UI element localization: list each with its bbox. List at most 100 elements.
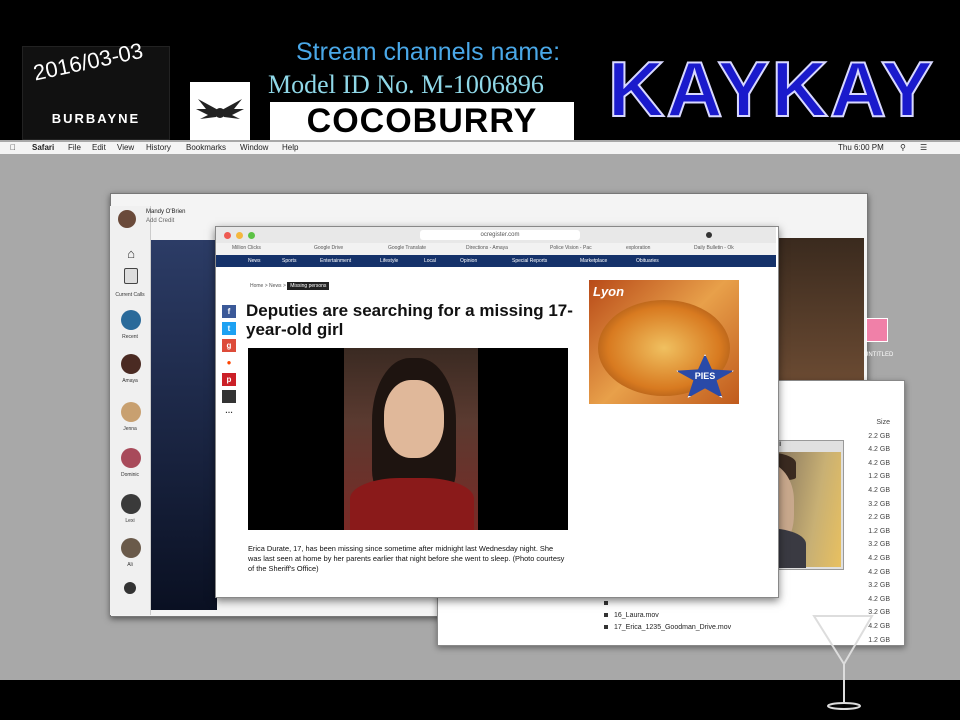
favorite-link[interactable]: Google Translate (388, 245, 426, 251)
user-status: Add Credit (146, 218, 175, 224)
mac-menu-bar:  Safari File Edit View History Bookmark… (0, 142, 960, 154)
pinterest-share-icon[interactable]: p (222, 373, 236, 386)
menu-item-history[interactable]: History (146, 143, 171, 152)
apple-icon[interactable]:  (10, 143, 16, 152)
zoom-button[interactable] (248, 232, 255, 239)
bullet-icon (604, 613, 608, 618)
size-header[interactable]: Size (850, 416, 890, 430)
menu-item-bookmarks[interactable]: Bookmarks (186, 143, 226, 152)
contact-avatar[interactable] (121, 494, 141, 514)
untitled-file-icon[interactable] (866, 318, 888, 342)
size-cell: 4.2 GB (868, 595, 890, 603)
nav-link[interactable]: Marketplace (580, 258, 607, 264)
ad-title: Lyon (593, 284, 625, 299)
contact-avatar[interactable] (121, 448, 141, 468)
size-cell: 1.2 GB (868, 473, 890, 481)
recent-label[interactable]: Recent (110, 334, 150, 340)
contact-avatar[interactable] (121, 354, 141, 374)
menubar-clock[interactable]: Thu 6:00 PM (838, 143, 884, 152)
contact-label[interactable]: Amaya (110, 378, 150, 384)
contact-avatar[interactable] (121, 402, 141, 422)
download-icon[interactable] (706, 232, 712, 238)
spotlight-icon[interactable]: ⚲ (900, 143, 906, 152)
menu-list-icon[interactable]: ☰ (920, 143, 927, 152)
size-cell: 4.2 GB (868, 459, 890, 467)
breadcrumb-item[interactable]: News (269, 283, 282, 289)
nav-link[interactable]: Special Reports (512, 258, 547, 264)
file-row[interactable] (604, 598, 731, 610)
favorites-bar: Million Clicks Google Drive Google Trans… (216, 243, 776, 255)
chat-sidebar: ⌂ Current Calls Recent Amaya Jenna Domin… (110, 206, 151, 615)
twitter-share-icon[interactable]: t (222, 322, 236, 335)
breadcrumb-item[interactable]: Home (250, 283, 263, 289)
contact-avatar[interactable] (121, 538, 141, 558)
subject-face (384, 380, 444, 458)
model-id-text: Model ID No. M-1006896 (268, 70, 544, 99)
menu-item-help[interactable]: Help (282, 143, 298, 152)
size-cell: 4.2 GB (868, 568, 890, 576)
date-text: 2016/03-03 (31, 37, 146, 86)
wings-logo-icon (190, 82, 250, 140)
home-icon[interactable]: ⌂ (121, 246, 141, 266)
comment-icon[interactable] (222, 390, 236, 403)
nav-link[interactable]: Lifestyle (380, 258, 398, 264)
nav-link[interactable]: Local (424, 258, 436, 264)
contact-label[interactable]: Jenna (110, 426, 150, 432)
nav-link[interactable]: Opinion (460, 258, 477, 264)
favorite-link[interactable]: Google Drive (314, 245, 343, 251)
untitled-file-label[interactable]: UNTITLED (864, 352, 893, 358)
file-row[interactable]: 17_Erica_1235_Goodman_Drive.mov (604, 622, 731, 634)
martini-glass-icon (812, 615, 874, 710)
favorite-link[interactable]: Directions - Amaya (466, 245, 508, 251)
recent-avatar[interactable] (121, 310, 141, 330)
file-row[interactable]: 16_Laura.mov (604, 610, 731, 622)
article-headline: Deputies are searching for a missing 17-… (246, 301, 573, 339)
favorite-link[interactable]: Million Clicks (232, 245, 261, 251)
stream-channels-label: Stream channels name: (296, 38, 561, 66)
breadcrumb-tag[interactable]: Missing persons (287, 282, 330, 290)
favorite-link[interactable]: Police Vision - Pac (550, 245, 592, 251)
channel-name: KAYKAY (607, 44, 936, 134)
menu-item-view[interactable]: View (117, 143, 134, 152)
chat-user-header[interactable]: Mandy O'Brien Add Credit (118, 208, 186, 228)
menu-item-window[interactable]: Window (240, 143, 268, 152)
facebook-share-icon[interactable]: f (222, 305, 236, 318)
bullet-icon (604, 625, 608, 630)
bullet-icon (604, 601, 608, 606)
address-bar[interactable]: ocregister.com (420, 230, 580, 240)
user-name: Mandy O'Brien (146, 209, 186, 215)
brand-text: BURBAYNE (51, 111, 141, 126)
nav-link[interactable]: Entertainment (320, 258, 351, 264)
nav-link[interactable]: Obituaries (636, 258, 659, 264)
size-cell: 1.2 GB (868, 527, 890, 535)
nav-link[interactable]: Sports (282, 258, 296, 264)
date-badge: 2016/03-03 BURBAYNE (22, 38, 170, 140)
size-cell: 4.2 GB (868, 554, 890, 562)
avatar[interactable] (118, 210, 136, 228)
more-icon[interactable]: … (222, 404, 236, 417)
reddit-share-icon[interactable]: ● (222, 356, 236, 369)
menu-item-file[interactable]: File (68, 143, 81, 152)
contacts-book-icon[interactable] (124, 268, 138, 284)
photo-caption: Erica Durate, 17, has been missing since… (248, 544, 565, 573)
menu-item-safari[interactable]: Safari (32, 143, 54, 152)
subject-shirt (350, 478, 474, 530)
room-video-thumbnail (778, 238, 864, 380)
google-plus-share-icon[interactable]: g (222, 339, 236, 352)
favorite-link[interactable]: Daily Bulletin - Ok (694, 245, 734, 251)
current-calls-label[interactable]: Current Calls (110, 292, 150, 298)
size-cell: 3.2 GB (868, 500, 890, 508)
minimize-button[interactable] (236, 232, 243, 239)
contact-label[interactable]: Ali (110, 562, 150, 568)
close-button[interactable] (224, 232, 231, 239)
size-cell: 2.2 GB (868, 514, 890, 522)
clock-icon[interactable] (124, 582, 136, 594)
contact-label[interactable]: Dominic (110, 472, 150, 478)
size-cell: 4.2 GB (868, 486, 890, 494)
size-cell: 2.2 GB (868, 432, 890, 440)
nav-link[interactable]: News (248, 258, 261, 264)
favorite-link[interactable]: exploration (626, 245, 650, 251)
cocoburry-logo: COCOBURRY (270, 102, 574, 140)
menu-item-edit[interactable]: Edit (92, 143, 106, 152)
contact-label[interactable]: Lexi (110, 518, 150, 524)
